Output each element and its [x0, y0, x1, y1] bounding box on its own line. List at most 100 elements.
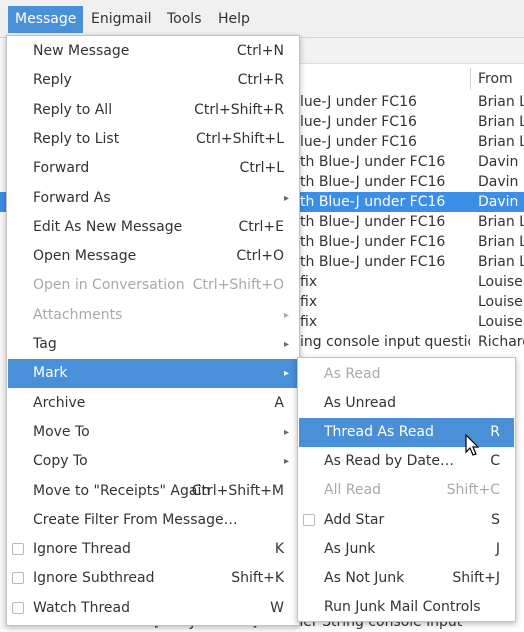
message-from: Louise [478, 274, 523, 290]
menu-item-move-to-receipts-again[interactable]: Move to "Receipts" Again Ctrl+Shift+M [8, 477, 298, 506]
checkbox[interactable] [303, 513, 315, 526]
message-subject: th Blue-J under FC16 [300, 154, 446, 170]
menu-item-as-junk[interactable]: As Junk J [299, 535, 514, 564]
menu-item-as-read-by-date[interactable]: As Read by Date… C [299, 447, 514, 476]
menu-item-label: Reply to All [33, 101, 113, 118]
menu-item-label: Copy To [33, 453, 88, 470]
menu-help[interactable]: Help [211, 6, 257, 33]
menu-item-label: Watch Thread [33, 599, 130, 616]
message-from: Brian Lo [478, 114, 524, 130]
message-subject: th Blue-J under FC16 [300, 234, 446, 250]
message-subject: th Blue-J under FC16 [300, 254, 446, 270]
message-subject: ing console input question [300, 334, 470, 350]
menu-item-mark[interactable]: Mark ▸ [8, 359, 298, 389]
menu-item-open-in-conversation[interactable]: Open in Conversation Ctrl+Shift+O [8, 271, 298, 300]
menu-item-shortcut: A [274, 394, 284, 411]
menu-item-forward[interactable]: Forward Ctrl+L [8, 154, 298, 183]
menu-item-label: As Read [324, 366, 381, 382]
menu-item-thread-as-read[interactable]: Thread As Read R [299, 418, 514, 448]
menu-item-reply-to-all[interactable]: Reply to All Ctrl+Shift+R [8, 96, 298, 125]
menu-item-label: Reply [33, 72, 72, 89]
menu-item-attachments[interactable]: Attachments ▸ [8, 301, 298, 330]
menu-item-shortcut: Ctrl+R [237, 72, 284, 89]
menu-item-all-read[interactable]: All Read Shift+C [299, 476, 514, 505]
menu-item-move-to[interactable]: Move To ▸ [8, 418, 298, 447]
menu-item-shortcut: Shift+C [446, 482, 500, 499]
menu-item-ignore-subthread[interactable]: Ignore Subthread Shift+K [8, 564, 298, 593]
chevron-right-icon: ▸ [283, 456, 289, 468]
menu-item-label: Thread As Read [324, 424, 434, 441]
message-subject: fix [300, 274, 318, 290]
menu-item-label: Create Filter From Message… [33, 511, 238, 528]
menu-item-run-junk-mail-controls[interactable]: Run Junk Mail Controls [299, 593, 514, 622]
chevron-right-icon: ▸ [283, 368, 289, 380]
checkbox[interactable] [12, 572, 24, 585]
message-subject: fix [300, 314, 318, 330]
menu-item-label: New Message [33, 43, 130, 59]
message-from: Louise [478, 314, 523, 330]
menu-item-new-message[interactable]: New Message Ctrl+N [8, 37, 298, 66]
chevron-right-icon: ▸ [283, 339, 289, 350]
menu-item-shortcut: K [274, 541, 284, 558]
menu-item-shortcut: Ctrl+Shift+M [191, 482, 284, 499]
menu-item-edit-as-new-message[interactable]: Edit As New Message Ctrl+E [8, 213, 298, 242]
menu-item-shortcut: Ctrl+O [236, 248, 284, 265]
menu-item-open-message[interactable]: Open Message Ctrl+O [8, 242, 298, 271]
menu-item-shortcut: Ctrl+N [236, 43, 284, 59]
menu-item-add-star[interactable]: Add Star S [299, 506, 514, 535]
menu-message[interactable]: Message [8, 6, 84, 33]
menu-item-forward-as[interactable]: Forward As ▸ [8, 184, 298, 213]
column-separator[interactable] [470, 68, 471, 90]
menu-item-label: Run Junk Mail Controls [324, 598, 481, 615]
menu-item-label: Move To [33, 423, 90, 440]
menu-item-label: Move to "Receipts" Again [33, 482, 211, 499]
menu-item-label: Ignore Thread [33, 541, 131, 558]
menu-item-as-unread[interactable]: As Unread [299, 389, 514, 418]
menu-item-label: Reply to List [33, 130, 120, 147]
menu-item-shortcut: W [270, 599, 284, 616]
menu-item-reply[interactable]: Reply Ctrl+R [8, 66, 298, 95]
menu-item-shortcut: C [490, 453, 500, 470]
checkbox[interactable] [12, 601, 24, 614]
menu-item-tag[interactable]: Tag ▸ [8, 330, 298, 359]
menu-item-shortcut: Ctrl+L [239, 160, 284, 177]
message-menu: New Message Ctrl+N Reply Ctrl+R Reply to All… [6, 35, 300, 626]
menu-tools[interactable]: Tools [160, 6, 209, 33]
menu-item-reply-to-list[interactable]: Reply to List Ctrl+Shift+L [8, 125, 298, 154]
message-from: Brian Lo [478, 214, 524, 230]
message-subject: lue-J under FC16 [300, 114, 417, 130]
message-from: Richard [478, 334, 524, 350]
menu-item-as-not-junk[interactable]: As Not Junk Shift+J [299, 564, 514, 593]
message-subject: th Blue-J under FC16 [300, 194, 446, 210]
menu-item-shortcut: Ctrl+Shift+O [192, 277, 284, 294]
menu-item-label: As Read by Date… [324, 453, 455, 470]
message-from: Brian Lo [478, 234, 524, 250]
menu-item-shortcut: Shift+J [452, 569, 500, 586]
column-header-from[interactable]: From [478, 67, 513, 91]
menu-item-archive[interactable]: Archive A [8, 389, 298, 418]
menu-item-label: Add Star [324, 511, 385, 528]
menu-item-label: Mark [33, 365, 68, 382]
message-subject: th Blue-J under FC16 [300, 174, 446, 190]
menu-item-shortcut: R [490, 424, 500, 441]
menu-item-copy-to[interactable]: Copy To ▸ [8, 447, 298, 476]
message-subject: fix [300, 294, 318, 310]
menu-item-label: As Not Junk [324, 569, 405, 586]
menu-enigmail[interactable]: Enigmail [84, 6, 159, 33]
menu-item-create-filter-from-message[interactable]: Create Filter From Message… [8, 506, 298, 535]
menu-item-as-read[interactable]: As Read [299, 360, 514, 389]
menu-item-shortcut: Ctrl+Shift+L [196, 130, 284, 147]
message-from: Louise [478, 294, 523, 310]
menu-item-label: Archive [33, 394, 86, 411]
menu-item-shortcut: J [495, 540, 500, 557]
message-from: Brian Lo [478, 254, 524, 270]
menu-item-watch-thread[interactable]: Watch Thread W [8, 594, 298, 623]
message-subject: lue-J under FC16 [300, 134, 417, 150]
menu-item-shortcut: Shift+K [231, 570, 284, 587]
menu-item-label: Attachments [33, 306, 123, 323]
message-from: Brian Lo [478, 134, 524, 150]
menu-item-shortcut: Ctrl+Shift+R [194, 101, 284, 118]
menu-item-ignore-thread[interactable]: Ignore Thread K [8, 535, 298, 564]
checkbox[interactable] [12, 543, 24, 556]
message-from: Davin M [478, 194, 524, 210]
